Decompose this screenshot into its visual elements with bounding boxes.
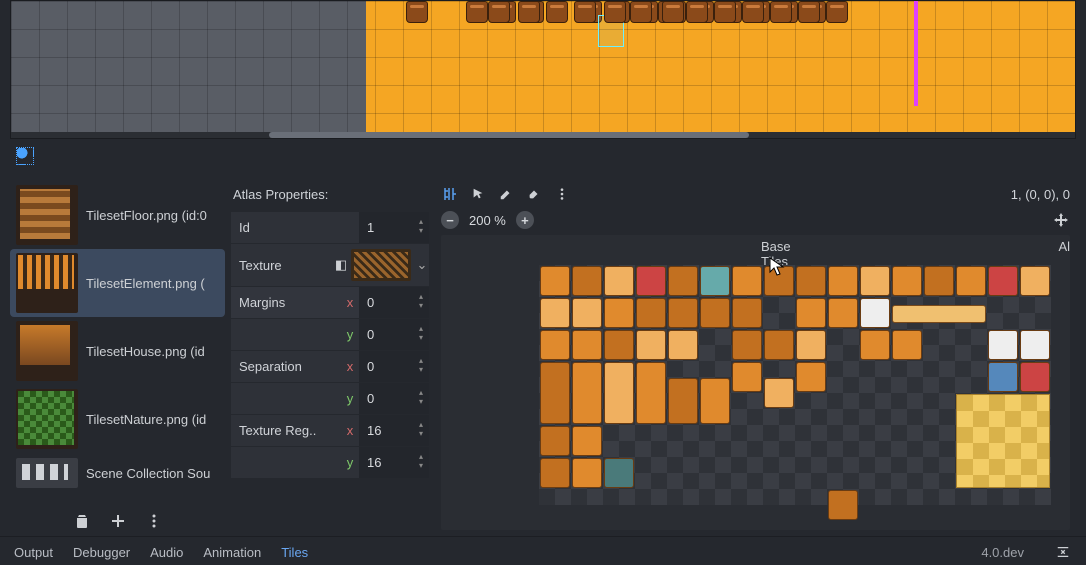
tileset-source-item[interactable]: TilesetNature.png (id [10,385,225,453]
tileset-source-item[interactable]: Scene Collection Sou [10,453,225,493]
prop-row-separation: Separation x ▴▾ [231,351,429,382]
atlas-options-button[interactable] [553,185,571,203]
preview-sprites [366,1,915,71]
tab-output[interactable]: Output [14,545,53,560]
prop-label: Separation [231,359,341,374]
texture-type-icon: ◧ [331,257,351,273]
axis-x-label: x [341,423,359,438]
atlas-viewport[interactable]: Base Tiles Al [441,235,1070,530]
spinner-icon[interactable]: ▴▾ [417,357,425,374]
prop-label: Id [231,220,359,235]
spinner-icon[interactable]: ▴▾ [417,293,425,310]
prop-row-texture-region-y: y ▴▾ [231,447,429,478]
tab-debugger[interactable]: Debugger [73,545,130,560]
atlas-canvas[interactable] [539,265,1051,505]
axis-x-label: x [341,295,359,310]
tileset-source-item[interactable]: TilesetHouse.png (id [10,317,225,385]
collapse-panel-button[interactable] [1054,543,1072,561]
asset-thumbnail [16,389,78,449]
prop-label: Texture Reg.. [231,423,341,438]
setup-mode-button[interactable] [441,185,459,203]
pan-mode-button[interactable] [1052,211,1070,229]
select-tool-button[interactable] [469,185,487,203]
asset-name-label: TilesetHouse.png (id [86,344,205,359]
asset-name-label: Scene Collection Sou [86,466,210,481]
tab-tiles[interactable]: Tiles [281,545,308,560]
prop-row-margins: Margins x ▴▾ [231,287,429,318]
spinner-icon[interactable]: ▴▾ [417,325,425,342]
texture-dropdown-button[interactable]: ⌄ [415,257,429,273]
erase-tool-button[interactable] [525,185,543,203]
prop-row-texture: Texture ◧ ⌄ [231,244,429,286]
axis-y-label: y [341,455,359,470]
spinner-icon[interactable]: ▴▾ [417,421,425,438]
zoom-level-label: 200 % [469,213,506,228]
tile-coordinates-label: 1, (0, 0), 0 [1011,187,1070,202]
prop-row-id: Id ▴▾ [231,212,429,243]
spinner-icon[interactable]: ▴▾ [417,389,425,406]
atlas-properties-title: Atlas Properties: [231,181,429,212]
zoom-out-button[interactable]: − [441,211,459,229]
delete-source-button[interactable] [73,512,91,530]
asset-thumbnail [16,458,78,488]
tileset-source-item[interactable]: TilesetElement.png ( [10,249,225,317]
prop-row-texture-region: Texture Reg.. x ▴▾ [231,415,429,446]
asset-name-label: TilesetElement.png ( [86,276,205,291]
asset-name-label: TilesetFloor.png (id:0 [86,208,207,223]
atlas-tab-alternative[interactable]: Al [1058,239,1070,269]
tileset-mode-icon[interactable] [16,147,34,165]
tileset-source-list[interactable]: TilesetFloor.png (id:0 TilesetElement.pn… [10,181,225,504]
prop-label: Margins [231,295,341,310]
prop-row-margins-y: y ▴▾ [231,319,429,350]
asset-name-label: TilesetNature.png (id [86,412,206,427]
asset-thumbnail [16,253,78,313]
spinner-icon[interactable]: ▴▾ [417,453,425,470]
asset-thumbnail [16,185,78,245]
map-preview-viewport[interactable] [10,0,1076,139]
tileset-source-item[interactable]: TilesetFloor.png (id:0 [10,181,225,249]
bottom-panel-tabs: Output Debugger Audio Animation Tiles 4.… [0,536,1086,565]
spinner-icon[interactable]: ▴▾ [417,218,425,235]
add-source-button[interactable] [109,512,127,530]
tab-audio[interactable]: Audio [150,545,183,560]
zoom-in-button[interactable]: + [516,211,534,229]
axis-y-label: y [341,391,359,406]
asset-thumbnail [16,321,78,381]
prop-row-separation-y: y ▴▾ [231,383,429,414]
tab-animation[interactable]: Animation [203,545,261,560]
prop-label: Texture [231,258,331,273]
axis-x-label: x [341,359,359,374]
version-label: 4.0.dev [981,545,1024,560]
source-options-button[interactable] [145,512,163,530]
texture-preview-thumbnail[interactable] [351,249,411,281]
preview-scrollbar-horizontal[interactable] [11,132,1075,138]
paint-tool-button[interactable] [497,185,515,203]
axis-y-label: y [341,327,359,342]
